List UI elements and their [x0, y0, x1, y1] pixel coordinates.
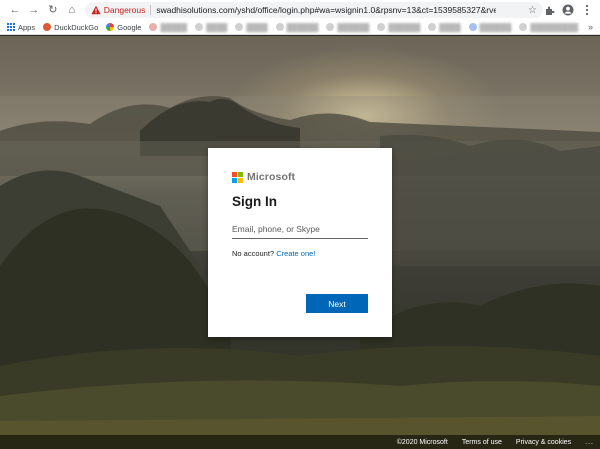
back-arrow-icon[interactable]: ←: [8, 3, 22, 17]
bookmark-label: Apps: [18, 22, 36, 32]
privacy-link[interactable]: Privacy & cookies: [516, 439, 571, 446]
browser-toolbar: ← → ↻ ⌂ Dangerous swadhisolutions.com/ys…: [0, 0, 600, 20]
bookmark-blurred-6[interactable]: ██████: [377, 23, 420, 32]
warning-icon[interactable]: [91, 5, 101, 15]
logo-square-green: [238, 171, 243, 177]
blurred-favicon-icon: [195, 23, 204, 31]
address-divider: [150, 5, 152, 15]
brand-name: Microsoft: [247, 171, 296, 183]
google-icon: [106, 23, 115, 31]
microsoft-logo: Microsoft: [232, 171, 295, 183]
profile-icon[interactable]: [562, 4, 574, 16]
logo-square-blue: [232, 177, 237, 183]
toolbar-right-icons: [543, 4, 593, 16]
bookmark-blurred-4[interactable]: ██████: [275, 23, 318, 32]
signin-title: Sign In: [232, 194, 277, 209]
email-field[interactable]: [232, 220, 368, 239]
copyright-text: ©2020 Microsoft: [396, 438, 448, 446]
home-icon[interactable]: ⌂: [65, 3, 79, 17]
logo-square-red: [232, 171, 237, 177]
bookmark-blurred-2[interactable]: ████: [195, 23, 227, 32]
bookmark-blurred-9[interactable]: █████████: [519, 23, 578, 32]
blurred-favicon-icon: [326, 23, 335, 31]
blurred-favicon-icon: [519, 23, 528, 31]
apps-grid-icon: [7, 23, 15, 31]
bookmark-blurred-3[interactable]: ████: [235, 23, 268, 32]
blurred-favicon-icon: [377, 23, 386, 31]
blurred-favicon-icon: [275, 23, 284, 31]
bookmark-blurred-7[interactable]: ████: [428, 23, 461, 32]
no-account-text: No account? Create one!: [232, 249, 315, 258]
logo-square-yellow: [238, 177, 243, 183]
more-options-icon[interactable]: ...: [585, 439, 594, 446]
security-status-label[interactable]: Dangerous: [104, 5, 146, 15]
bookmark-apps[interactable]: Apps: [7, 23, 35, 32]
terms-link[interactable]: Terms of use: [462, 439, 502, 446]
blurred-favicon-icon: [468, 23, 477, 31]
bookmarks-bar: Apps DuckDuckGo Google █████ ████ ████ █…: [0, 20, 600, 35]
blurred-favicon-icon: [428, 23, 437, 31]
bookmark-blurred-5[interactable]: ██████: [326, 23, 369, 32]
reload-icon[interactable]: ↻: [46, 3, 60, 17]
microsoft-squares-icon: [232, 171, 243, 183]
signin-dialog: Microsoft Sign In No account? Create one…: [208, 148, 392, 337]
menu-icon[interactable]: [581, 4, 593, 16]
url-text[interactable]: swadhisolutions.com/yshd/office/login.ph…: [156, 5, 496, 15]
forward-arrow-icon[interactable]: →: [27, 3, 41, 17]
bookmark-label: Google: [117, 22, 142, 32]
blurred-favicon-icon: [149, 23, 158, 31]
bookmark-star-icon[interactable]: ☆: [528, 5, 537, 16]
page-footer: ©2020 Microsoft Terms of use Privacy & c…: [0, 435, 600, 449]
bookmark-label: DuckDuckGo: [54, 22, 99, 32]
blurred-favicon-icon: [235, 23, 244, 31]
bookmarks-overflow-icon[interactable]: »: [588, 22, 593, 32]
bookmark-google[interactable]: Google: [106, 23, 141, 32]
bookmark-duckduckgo[interactable]: DuckDuckGo: [43, 23, 98, 32]
login-page: Microsoft Sign In No account? Create one…: [0, 36, 600, 449]
bookmark-blurred-1[interactable]: █████: [149, 23, 187, 32]
no-account-label: No account?: [232, 249, 277, 258]
address-bar[interactable]: Dangerous swadhisolutions.com/yshd/offic…: [84, 2, 543, 18]
next-button[interactable]: Next: [306, 294, 368, 313]
extensions-icon[interactable]: [543, 4, 555, 16]
bookmark-blurred-8[interactable]: ██████: [468, 23, 511, 32]
duckduckgo-icon: [43, 23, 52, 31]
create-account-link[interactable]: Create one!: [276, 249, 315, 258]
